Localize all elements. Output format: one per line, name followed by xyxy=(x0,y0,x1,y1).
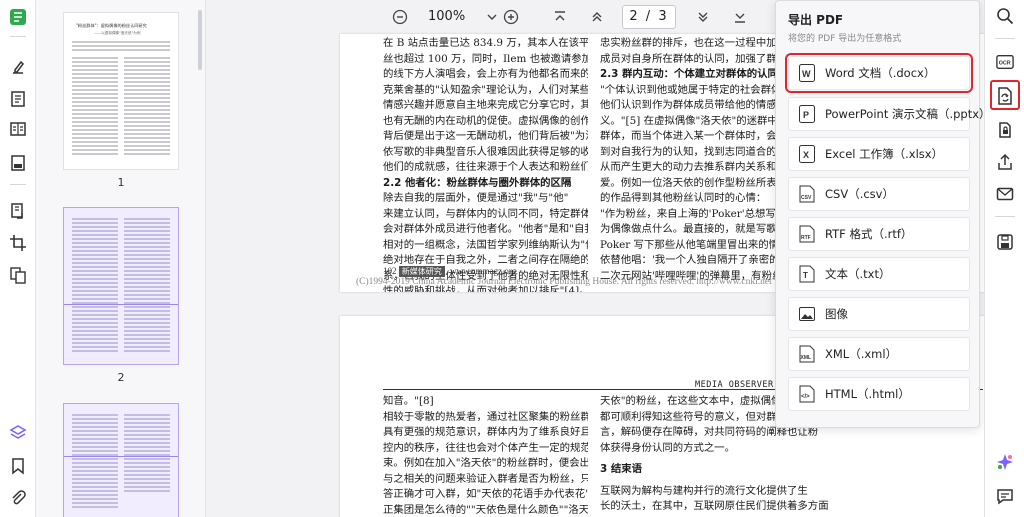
footer-journal: 新媒体研究 xyxy=(398,266,445,277)
export-word-button[interactable]: W Word 文档（.docx） xyxy=(785,53,973,93)
save-icon[interactable] xyxy=(995,232,1015,252)
footer-page-number: 102 xyxy=(383,266,397,276)
html-icon: </> xyxy=(799,385,815,403)
section-heading: 3 结束语 xyxy=(600,463,643,475)
search-icon[interactable] xyxy=(995,6,1015,26)
export-html-button[interactable]: </> HTML（.html） xyxy=(788,377,970,411)
left-toolbar xyxy=(0,0,36,517)
viewport-indicator xyxy=(64,456,178,457)
svg-text:CSV: CSV xyxy=(801,195,812,201)
word-icon: W xyxy=(799,64,815,82)
svg-text:</>: </> xyxy=(801,394,810,400)
ai-assistant-icon[interactable] xyxy=(995,452,1015,472)
email-icon[interactable] xyxy=(995,184,1015,204)
export-image-button[interactable]: 图像 xyxy=(788,297,970,331)
export-txt-button[interactable]: T 文本（.txt） xyxy=(788,257,970,291)
svg-text:T: T xyxy=(803,271,808,280)
export-pdf-panel: 导出 PDF 将您的 PDF 导出为任意格式 W Word 文档（.docx） … xyxy=(775,0,991,428)
excel-icon: X xyxy=(799,145,815,163)
comment-tool-icon[interactable] xyxy=(7,56,29,78)
export-rtf-button[interactable]: RTF RTF 格式（.rtf） xyxy=(788,217,970,251)
svg-text:XML: XML xyxy=(801,355,812,361)
protect-pdf-icon[interactable] xyxy=(995,120,1015,140)
thumbnail-page-1[interactable]: "粉丝群体"：虚拟偶像的粉丝认同研究 ——以虚拟偶像"洛天依"为例 xyxy=(63,12,179,170)
layers-icon[interactable] xyxy=(7,422,29,444)
page3-left-column: 知音。"[8] 相较于零散的热爱者，通过社区聚集的粉丝群 具有更强的规范意识，群体内… xyxy=(383,395,588,516)
form-tool-icon[interactable] xyxy=(7,152,29,174)
convert-pdf-icon[interactable] xyxy=(995,86,1015,106)
crop-tool-icon[interactable] xyxy=(7,232,29,254)
svg-text:OCR: OCR xyxy=(999,61,1011,67)
thumbnail-subtitle: ——以虚拟偶像"洛天依"为例 xyxy=(94,31,141,35)
panel-subtitle: 将您的 PDF 导出为任意格式 xyxy=(788,34,902,44)
export-powerpoint-button[interactable]: P PowerPoint 演示文稿（.pptx） xyxy=(788,97,991,131)
svg-text:RTF: RTF xyxy=(801,235,811,241)
right-toolbar: OCR xyxy=(984,0,1024,517)
thumbnail-scrollbar[interactable] xyxy=(198,10,202,70)
divider xyxy=(10,36,26,37)
thumbnail-page-number: 2 xyxy=(117,371,125,384)
txt-icon: T xyxy=(799,265,815,283)
copyright-line: (C)1994-2019 China Academic Journal Elec… xyxy=(356,277,772,287)
attachment-icon[interactable] xyxy=(7,487,29,509)
xml-icon: XML xyxy=(799,345,815,363)
svg-text:W: W xyxy=(802,69,811,79)
footer-url: www.nmmagz.org xyxy=(450,266,517,276)
export-xml-button[interactable]: XML XML（.xml） xyxy=(788,337,970,371)
divider xyxy=(995,216,1015,217)
export-csv-button[interactable]: CSV CSV（.csv） xyxy=(788,177,970,211)
page-number-input[interactable]: 2 / 3 xyxy=(622,5,676,29)
thumbnail-page-number: 1 xyxy=(117,176,125,189)
last-page-icon[interactable] xyxy=(731,8,749,26)
previous-page-icon[interactable] xyxy=(588,8,606,26)
bookmark-icon[interactable] xyxy=(7,455,29,477)
panel-title: 导出 PDF xyxy=(788,13,844,27)
app-logo-icon[interactable] xyxy=(7,6,29,28)
svg-text:X: X xyxy=(803,150,809,160)
thumbnail-title: "粉丝群体"：虚拟偶像的粉丝认同研究 xyxy=(76,23,147,28)
powerpoint-icon: P xyxy=(799,105,815,123)
svg-text:P: P xyxy=(803,110,809,120)
viewport-indicator xyxy=(64,304,178,305)
compare-tool-icon[interactable] xyxy=(7,264,29,286)
organize-pages-icon[interactable] xyxy=(7,200,29,222)
edit-tool-icon[interactable] xyxy=(7,88,29,110)
zoom-out-icon[interactable] xyxy=(391,8,409,26)
page2-left-column: 在 B 站点击量已达 834.9 万，其本人在该平台的粉丝也超过 100 万，同… xyxy=(383,37,588,292)
first-page-icon[interactable] xyxy=(551,8,569,26)
zoom-level[interactable]: 100% xyxy=(428,9,465,24)
thumbnail-page-3[interactable] xyxy=(63,403,179,517)
export-excel-button[interactable]: X Excel 工作簿（.xlsx） xyxy=(788,137,970,171)
chat-icon[interactable] xyxy=(995,486,1015,506)
ocr-icon[interactable]: OCR xyxy=(995,52,1015,72)
thumbnail-panel: "粉丝群体"：虚拟偶像的粉丝认同研究 ——以虚拟偶像"洛天依"为例 1 2 xyxy=(36,0,206,517)
zoom-in-icon[interactable] xyxy=(502,8,520,26)
thumbnail-page-2[interactable] xyxy=(63,207,179,365)
share-icon[interactable] xyxy=(995,152,1015,172)
rtf-icon: RTF xyxy=(799,225,815,243)
section-heading: 2.2 他者化：粉丝群体与圈外群体的区隔 xyxy=(383,176,572,189)
image-icon xyxy=(799,305,815,323)
zoom-dropdown-chevron-icon[interactable] xyxy=(483,8,501,26)
csv-icon: CSV xyxy=(799,185,815,203)
page-footer: 102 新媒体研究 www.nmmagz.org xyxy=(383,266,516,277)
divider xyxy=(995,38,1015,39)
divider xyxy=(10,184,26,185)
next-page-icon[interactable] xyxy=(694,8,712,26)
read-mode-icon[interactable] xyxy=(7,118,29,140)
